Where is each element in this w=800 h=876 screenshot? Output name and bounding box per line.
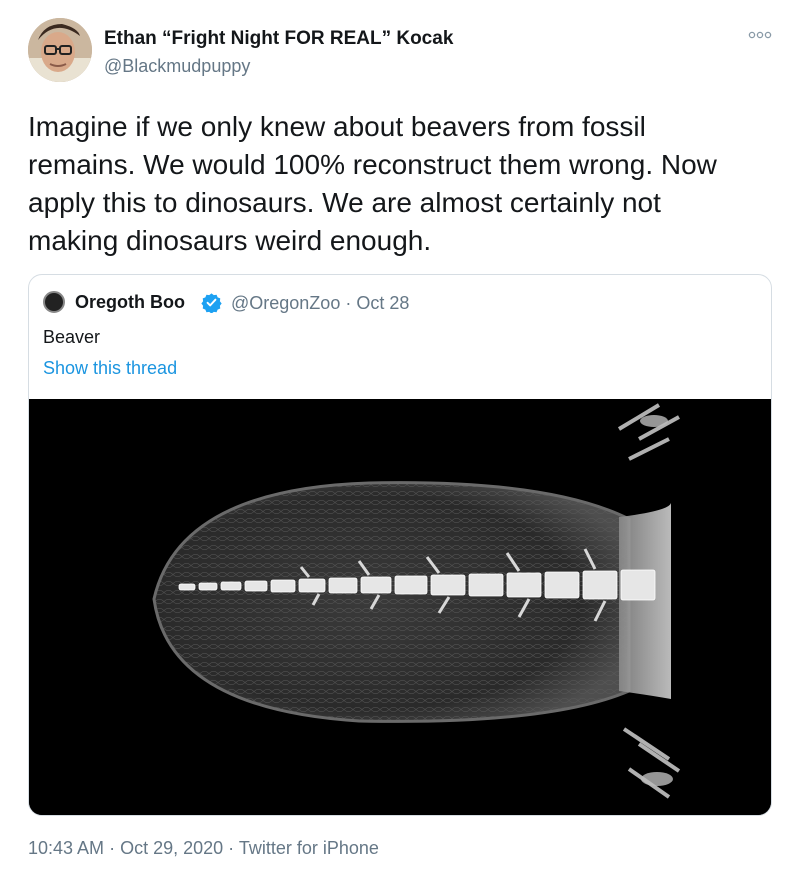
time-separator: · [104,838,121,858]
tweet-timestamp[interactable]: 10:43 AM · Oct 29, 2020 · Twitter for iP… [28,838,379,859]
author-handle[interactable]: @Blackmudpuppy [104,56,250,77]
quoted-author-handle[interactable]: @OregonZoo [231,293,340,313]
quoted-author-avatar[interactable] [43,291,65,313]
author-avatar[interactable] [28,18,92,82]
xray-beaver-tail-image[interactable] [29,399,771,815]
meta-separator: · [340,293,357,313]
source-separator: · [223,838,239,858]
verified-badge-icon [201,292,222,314]
quoted-tweet-meta: @OregonZoo · Oct 28 [231,293,409,314]
quoted-tweet-text: Beaver [43,327,101,347]
xray-image-graphic [29,399,771,815]
more-dots-icon[interactable] [748,28,772,40]
quoted-author-display-name[interactable]: Oregoth Boo [75,292,185,313]
tweet-text: Imagine if we only knew about beavers fr… [28,111,717,256]
quoted-tweet-card[interactable]: Oregoth Boo @OregonZoo · Oct 28 Beaver S… [28,274,772,816]
tweet-screenshot: Ethan “Fright Night FOR REAL” Kocak @Bla… [0,0,800,876]
tweet-time: 10:43 AM [28,838,105,858]
quoted-tweet-date[interactable]: Oct 28 [356,293,409,313]
author-display-name[interactable]: Ethan “Fright Night FOR REAL” Kocak [104,28,453,50]
avatar-photo-icon [28,18,92,82]
tweet-source[interactable]: Twitter for iPhone [239,838,379,858]
tweet-date: Oct 29, 2020 [120,838,224,858]
show-thread-link[interactable]: Show this thread [43,358,177,379]
